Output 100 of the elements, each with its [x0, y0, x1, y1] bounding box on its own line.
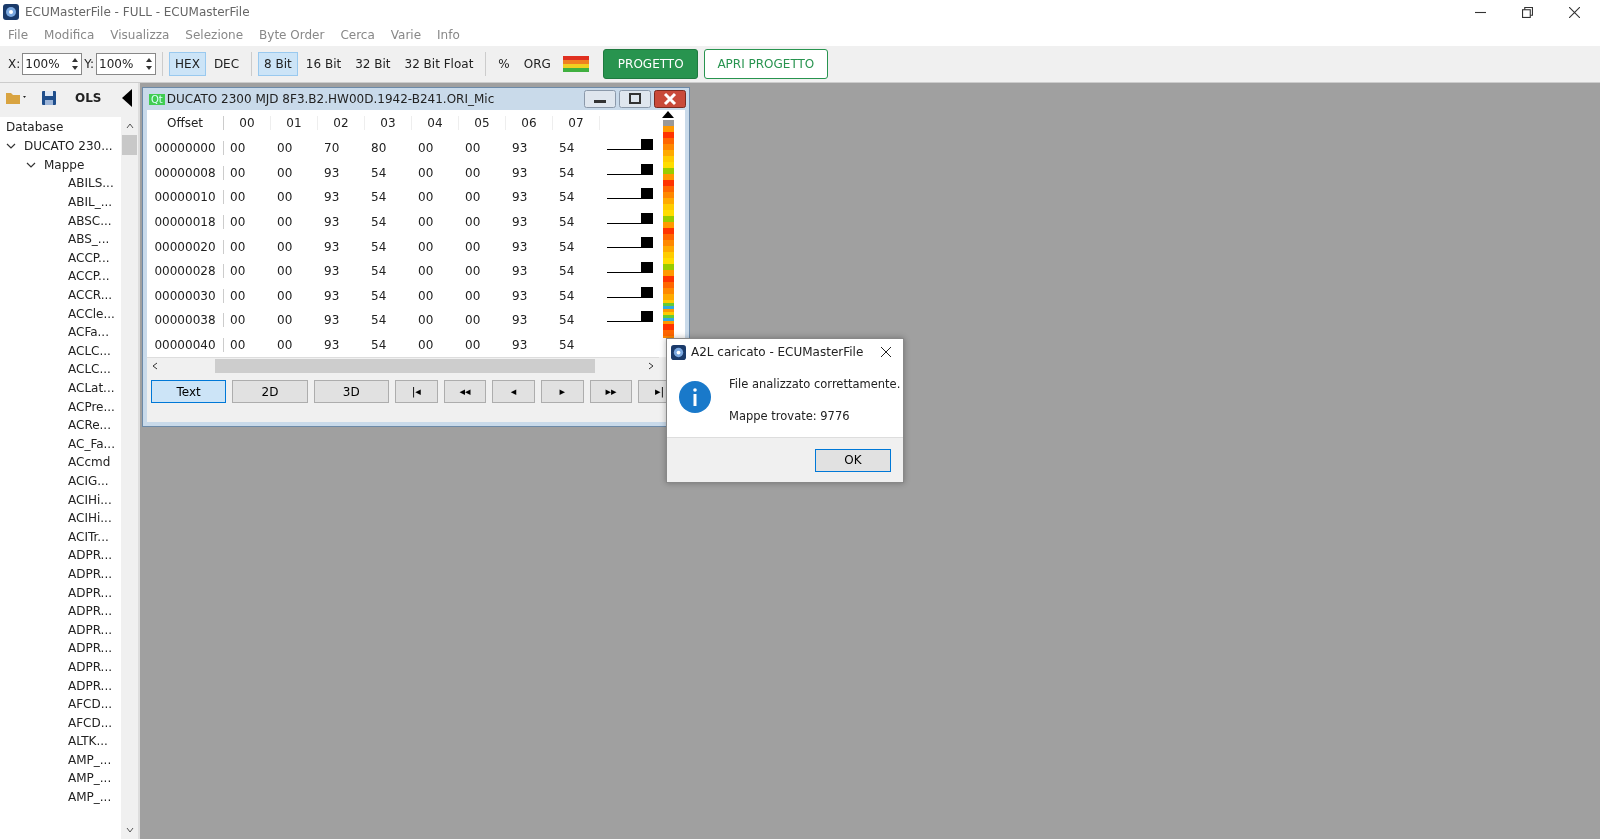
table-cell-text: 54: [558, 215, 576, 230]
table-cell-text: 80: [370, 141, 388, 156]
tree-item[interactable]: AC_Fa...: [68, 436, 115, 451]
table-cell: 00000038: [147, 313, 224, 328]
tree-item[interactable]: ABSC...: [68, 213, 112, 228]
tree-item[interactable]: ACFa...: [68, 325, 109, 340]
project-button[interactable]: PROGETTO: [602, 49, 698, 79]
base-toggle[interactable]: HEX: [169, 52, 206, 76]
table-cell-text: 93: [323, 288, 341, 303]
column-header[interactable]: Offset: [147, 116, 224, 130]
bit-width-toggle[interactable]: 32 Bit: [349, 52, 397, 76]
navigation-button[interactable]: ◂◂: [443, 380, 487, 404]
window-title: ECUMasterFile - FULL - ECUMasterFile: [25, 5, 250, 19]
column-header[interactable]: 06: [506, 116, 553, 130]
view-mode-tab[interactable]: 3D: [313, 380, 389, 404]
table-cell-text: 93: [323, 264, 341, 279]
menu-item[interactable]: File: [8, 28, 29, 42]
table-cell-text: 00: [417, 215, 435, 230]
tree-item[interactable]: ACCP...: [68, 250, 110, 265]
bit-width-toggle[interactable]: 8 Bit: [258, 52, 298, 76]
table-cell-text: 70: [323, 141, 341, 156]
ok-button[interactable]: OK: [815, 448, 891, 472]
column-header[interactable]: 03: [365, 116, 412, 130]
tree-item[interactable]: ABILS...: [68, 176, 114, 191]
table-cell-text: 00: [276, 288, 294, 303]
zoom-x-spinbox[interactable]: 100%: [22, 53, 83, 75]
tree-item[interactable]: ADPR...: [68, 548, 113, 563]
column-header[interactable]: 00: [224, 116, 271, 130]
table-cell-text: 93: [511, 165, 529, 180]
toolbar-button[interactable]: %: [492, 52, 516, 76]
toolbar-button[interactable]: ORG: [517, 52, 557, 76]
tree-item[interactable]: ALTK...: [68, 734, 108, 749]
tree-header: Database: [5, 119, 65, 136]
table-cell-text: 00: [417, 141, 435, 156]
table-cell-text: 54: [370, 239, 388, 254]
zoom-y-spinbox[interactable]: 100%: [96, 53, 157, 75]
tree-item[interactable]: ACIG...: [68, 474, 109, 488]
tree-item[interactable]: ACcmd: [68, 455, 111, 470]
table-cell: 00000010: [147, 190, 224, 205]
tree-item[interactable]: ACCle...: [68, 306, 115, 321]
tree-item[interactable]: ACIHi...: [68, 492, 112, 507]
tree-item[interactable]: ACCP...: [68, 269, 110, 284]
tree-item[interactable]: ADPR...: [68, 585, 113, 600]
table-cell: 00000018: [147, 215, 224, 230]
navigation-button[interactable]: |◂: [394, 380, 438, 404]
tree-item[interactable]: AMP_...: [68, 771, 112, 786]
tree-item[interactable]: ADPR...: [68, 659, 113, 674]
tree-item[interactable]: ADPR...: [68, 604, 113, 619]
table-cell: 00000008: [147, 165, 224, 180]
base-toggle[interactable]: DEC: [207, 52, 246, 76]
menu-item[interactable]: Visualizza: [110, 28, 170, 42]
navigation-button[interactable]: ◂: [492, 380, 535, 404]
table-cell-text: 54: [370, 313, 388, 328]
column-header[interactable]: 01: [271, 116, 318, 130]
table-cell-text: 93: [511, 215, 529, 230]
menu-item[interactable]: Varie: [390, 28, 422, 42]
tree-item[interactable]: ACLC...: [68, 362, 111, 377]
tree-item[interactable]: AFCD...: [68, 715, 113, 730]
column-header[interactable]: 02: [318, 116, 365, 130]
menu-item[interactable]: Info: [437, 28, 460, 42]
bit-width-toggle[interactable]: 32 Bit Float: [398, 52, 480, 76]
tree-item[interactable]: ACPre...: [68, 399, 115, 414]
tree-item[interactable]: ACLC...: [68, 343, 111, 358]
column-header[interactable]: 04: [412, 116, 459, 130]
view-mode-tab[interactable]: 2D: [232, 380, 308, 404]
tree-item[interactable]: AMP_...: [68, 790, 112, 805]
tree-item[interactable]: ADPR...: [68, 622, 113, 637]
project-button[interactable]: APRI PROGETTO: [703, 49, 828, 79]
view-mode-tab[interactable]: Text: [151, 380, 227, 404]
tree-item[interactable]: AMP_...: [68, 752, 112, 767]
column-header[interactable]: 05: [459, 116, 506, 130]
table-cell-text: 00: [276, 141, 294, 156]
table-cell-text: 54: [558, 239, 576, 254]
tree-item[interactable]: ABIL_...: [68, 195, 113, 210]
tree-item[interactable]: AFCD...: [68, 697, 113, 712]
tree-item[interactable]: Mappe: [44, 157, 85, 172]
menu-item[interactable]: Byte Order: [259, 28, 325, 42]
tree-item[interactable]: DUCATO 230...: [24, 139, 113, 154]
tree-item[interactable]: ADPR...: [68, 678, 113, 693]
menu-item[interactable]: Selezione: [185, 28, 244, 42]
table-cell-text: 93: [511, 288, 529, 303]
tree-item[interactable]: ADPR...: [68, 641, 113, 656]
bit-width-toggle[interactable]: 16 Bit: [299, 52, 348, 76]
tree-item[interactable]: ABS_...: [68, 232, 110, 247]
ols-label[interactable]: OLS: [75, 91, 102, 105]
menu-item[interactable]: Modifica: [44, 28, 95, 42]
tree-item[interactable]: ACLat...: [68, 381, 115, 395]
navigation-button[interactable]: ▸▸: [589, 380, 633, 404]
tree-item[interactable]: ACRe...: [68, 418, 111, 433]
tree-item[interactable]: ADPR...: [68, 566, 113, 581]
tree-item[interactable]: ACIHi...: [68, 511, 112, 526]
table-cell: 00000028: [147, 264, 224, 279]
table-cell-text: 93: [511, 338, 529, 353]
navigation-button[interactable]: ▸: [540, 380, 584, 404]
tree-item[interactable]: ACITr...: [68, 529, 109, 544]
table-cell-text: 00: [229, 141, 247, 156]
menu-item[interactable]: Cerca: [340, 28, 375, 42]
table-cell-text: 93: [511, 239, 529, 254]
column-header[interactable]: 07: [553, 116, 600, 130]
tree-item[interactable]: ACCR...: [68, 288, 113, 303]
